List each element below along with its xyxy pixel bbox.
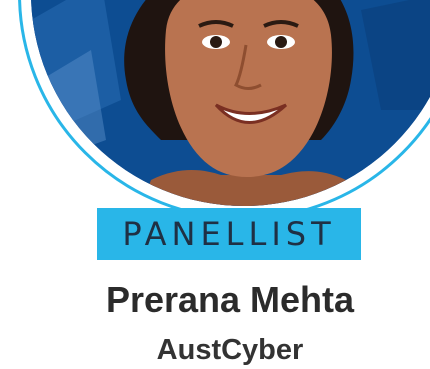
speaker-organisation: AustCyber [156, 334, 304, 366]
role-badge: PANELLIST [97, 208, 361, 260]
role-badge-label: PANELLIST [122, 215, 336, 253]
speaker-name: Prerana Mehta [105, 279, 355, 320]
speaker-card: PANELLIST Prerana Mehta AustCyber [0, 0, 430, 369]
